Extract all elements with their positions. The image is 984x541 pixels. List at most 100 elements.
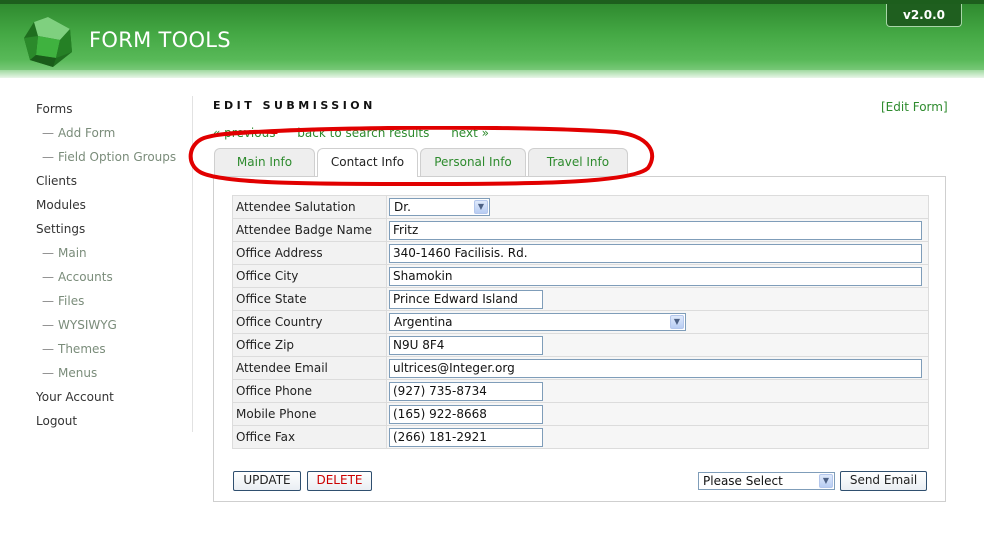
green-gem-icon[interactable] <box>20 14 76 70</box>
attendee-email-input[interactable]: ultrices@Integer.org <box>389 358 922 378</box>
office-phone-input[interactable]: (927) 735-8734 <box>389 381 543 401</box>
chevron-down-icon[interactable]: ▼ <box>474 200 488 214</box>
sidebar-item-themes[interactable]: — Themes <box>36 337 194 361</box>
field-label: Office Fax <box>233 426 386 448</box>
back-to-search-link[interactable]: back to search results <box>297 126 429 140</box>
form-row: Mobile Phone (165) 922-8668 <box>233 403 928 425</box>
select-value: Please Select <box>703 474 783 488</box>
sidebar-item-wysiwyg[interactable]: — WYSIWYG <box>36 313 194 337</box>
office-city-input[interactable]: Shamokin <box>389 266 922 286</box>
update-button[interactable]: UPDATE <box>233 471 301 491</box>
sidebar-item-label[interactable]: Main <box>58 246 87 260</box>
sidebar-item-main[interactable]: — Main <box>36 241 194 265</box>
sidebar-item-your-account[interactable]: Your Account <box>36 385 194 409</box>
form-row: Attendee Badge Name Fritz <box>233 219 928 241</box>
sidebar-item-modules[interactable]: Modules <box>36 193 194 217</box>
dash-marker: — <box>42 366 54 380</box>
office-address-input[interactable]: 340-1460 Facilisis. Rd. <box>389 243 922 263</box>
form-row: Attendee Email ultrices@Integer.org <box>233 357 928 379</box>
field-label: Attendee Badge Name <box>233 219 386 241</box>
sidebar-item-menus[interactable]: — Menus <box>36 361 194 385</box>
previous-link[interactable]: « previous <box>213 126 275 140</box>
dash-marker: — <box>42 270 54 284</box>
sidebar-item-label[interactable]: Accounts <box>58 270 113 284</box>
office-fax-input[interactable]: (266) 181-2921 <box>389 427 543 447</box>
office-state-input[interactable]: Prince Edward Island <box>389 289 543 309</box>
field-label: Office Country <box>233 311 386 333</box>
sidebar-item-label[interactable]: Logout <box>36 414 77 428</box>
email-template-select[interactable]: Please Select ▼ <box>698 472 835 490</box>
sidebar-item-field-option-groups[interactable]: — Field Option Groups <box>36 145 194 169</box>
sidebar-item-label[interactable]: Add Form <box>58 126 115 140</box>
select-value: Argentina <box>394 315 453 329</box>
field-cell: (927) 735-8734 <box>387 380 928 402</box>
select-value: Dr. <box>394 200 411 214</box>
sidebar-item-files[interactable]: — Files <box>36 289 194 313</box>
sidebar-item-settings[interactable]: Settings <box>36 217 194 241</box>
field-cell: 340-1460 Facilisis. Rd. <box>387 242 928 264</box>
sidebar-item-add-form[interactable]: — Add Form <box>36 121 194 145</box>
sidebar-nav: Forms — Add Form — Field Option Groups Cli… <box>36 97 194 433</box>
dash-marker: — <box>42 294 54 308</box>
sidebar-item-label[interactable]: Themes <box>58 342 106 356</box>
field-label: Attendee Email <box>233 357 386 379</box>
delete-button[interactable]: DELETE <box>307 471 372 491</box>
sidebar-item-forms[interactable]: Forms <box>36 97 194 121</box>
field-cell: N9U 8F4 <box>387 334 928 356</box>
sidebar-item-label[interactable]: Modules <box>36 198 86 212</box>
version-badge: v2.0.0 <box>886 4 962 27</box>
form-row: Attendee Salutation Dr. ▼ <box>233 196 928 218</box>
sidebar-item-label[interactable]: Forms <box>36 102 72 116</box>
form-row: Office Fax (266) 181-2921 <box>233 426 928 448</box>
tab-contact-info[interactable]: Contact Info <box>317 148 418 177</box>
next-link[interactable]: next » <box>451 126 489 140</box>
tab-travel-info[interactable]: Travel Info <box>528 148 628 176</box>
chevron-down-icon[interactable]: ▼ <box>670 315 684 329</box>
edit-form-link[interactable]: [Edit Form] <box>881 100 948 114</box>
office-zip-input[interactable]: N9U 8F4 <box>389 335 543 355</box>
field-label: Office Address <box>233 242 386 264</box>
dash-marker: — <box>42 342 54 356</box>
dash-marker: — <box>42 318 54 332</box>
sidebar-item-label[interactable]: Settings <box>36 222 85 236</box>
app-title: FORM TOOLS <box>89 28 231 52</box>
salutation-select[interactable]: Dr. ▼ <box>389 198 490 216</box>
tab-personal-info[interactable]: Personal Info <box>420 148 526 176</box>
contact-info-panel: Attendee Salutation Dr. ▼ Attendee Badge… <box>213 176 946 502</box>
field-label: Attendee Salutation <box>233 196 386 218</box>
field-cell: ultrices@Integer.org <box>387 357 928 379</box>
dash-marker: — <box>42 126 54 140</box>
sidebar-item-label[interactable]: Field Option Groups <box>58 150 176 164</box>
chevron-down-icon[interactable]: ▼ <box>819 474 833 488</box>
header-fade <box>0 70 984 78</box>
field-cell: (266) 181-2921 <box>387 426 928 448</box>
badge-name-input[interactable]: Fritz <box>389 220 922 240</box>
sidebar-item-accounts[interactable]: — Accounts <box>36 265 194 289</box>
dash-marker: — <box>42 246 54 260</box>
field-label: Office Phone <box>233 380 386 402</box>
sidebar-item-label[interactable]: WYSIWYG <box>58 318 117 332</box>
sidebar-item-clients[interactable]: Clients <box>36 169 194 193</box>
form-row: Office Country Argentina ▼ <box>233 311 928 333</box>
mobile-phone-input[interactable]: (165) 922-8668 <box>389 404 543 424</box>
field-cell: Fritz <box>387 219 928 241</box>
field-label: Office City <box>233 265 386 287</box>
sidebar-item-label[interactable]: Your Account <box>36 390 114 404</box>
office-country-select[interactable]: Argentina ▼ <box>389 313 686 331</box>
sidebar-item-label[interactable]: Menus <box>58 366 97 380</box>
field-cell: Shamokin <box>387 265 928 287</box>
sidebar-item-logout[interactable]: Logout <box>36 409 194 433</box>
form-row: Office Address 340-1460 Facilisis. Rd. <box>233 242 928 264</box>
app-header: FORM TOOLS v2.0.0 <box>0 0 984 78</box>
tab-main-info[interactable]: Main Info <box>214 148 315 176</box>
field-label: Office State <box>233 288 386 310</box>
sidebar-item-label[interactable]: Clients <box>36 174 77 188</box>
submission-nav: « previous back to search results next » <box>213 126 507 140</box>
sidebar-item-label[interactable]: Files <box>58 294 84 308</box>
form-row: Office Phone (927) 735-8734 <box>233 380 928 402</box>
form-row: Office Zip N9U 8F4 <box>233 334 928 356</box>
submission-form-table: Attendee Salutation Dr. ▼ Attendee Badge… <box>232 195 929 449</box>
field-label: Office Zip <box>233 334 386 356</box>
form-row: Office City Shamokin <box>233 265 928 287</box>
send-email-button[interactable]: Send Email <box>840 471 927 491</box>
